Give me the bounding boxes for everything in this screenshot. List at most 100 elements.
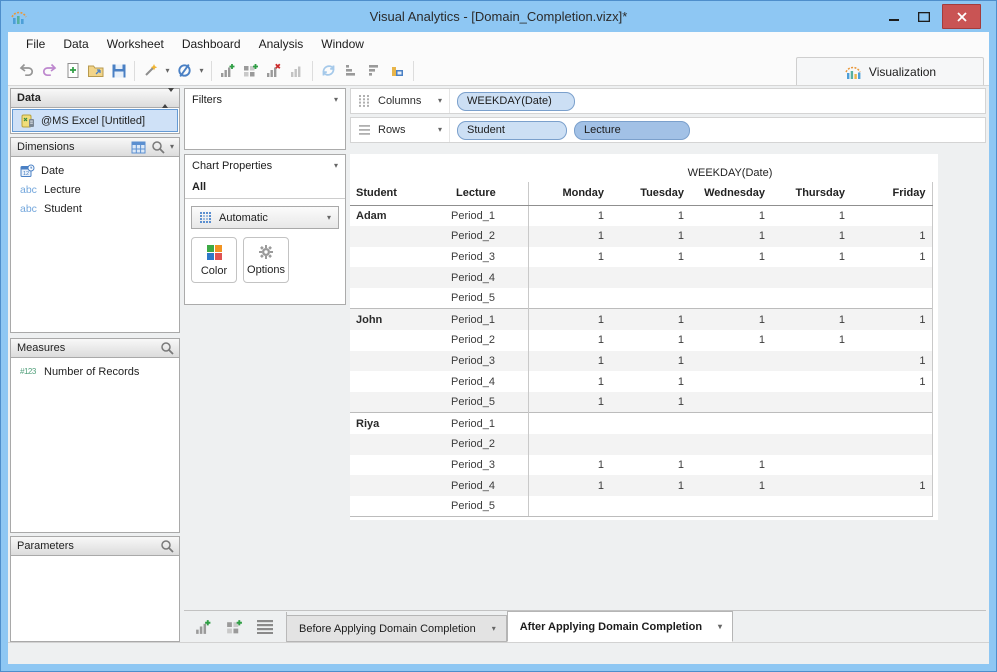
lecture-cell[interactable]: Period_3 — [450, 247, 528, 268]
lecture-cell[interactable]: Period_1 — [450, 309, 528, 330]
value-cell[interactable] — [528, 267, 610, 288]
lecture-cell[interactable]: Period_1 — [450, 205, 528, 226]
value-cell[interactable]: 1 — [528, 247, 610, 268]
value-cell[interactable]: 1 — [851, 226, 932, 247]
value-cell[interactable] — [771, 288, 851, 309]
new-worksheet-icon[interactable] — [194, 618, 212, 636]
pill-weekday-date[interactable]: WEEKDAY(Date) — [457, 92, 575, 111]
student-cell[interactable] — [350, 351, 450, 372]
value-cell[interactable] — [771, 267, 851, 288]
lecture-cell[interactable]: Period_2 — [450, 226, 528, 247]
value-cell[interactable]: 1 — [690, 205, 771, 226]
lecture-cell[interactable]: Period_2 — [450, 434, 528, 455]
visualization-button[interactable]: Visualization — [796, 57, 984, 85]
value-cell[interactable]: 1 — [690, 475, 771, 496]
value-cell[interactable]: 1 — [851, 247, 932, 268]
value-cell[interactable] — [851, 330, 932, 351]
student-cell[interactable] — [350, 475, 450, 496]
student-cell[interactable] — [350, 371, 450, 392]
undo-icon[interactable] — [15, 59, 38, 83]
refresh-dropdown-icon[interactable]: ▾ — [196, 59, 207, 83]
sort-ascending-icon[interactable] — [340, 59, 363, 83]
sort-fields-icon[interactable] — [162, 92, 174, 104]
value-cell[interactable]: 1 — [851, 475, 932, 496]
value-cell[interactable]: 1 — [528, 455, 610, 476]
value-cell[interactable]: 1 — [528, 351, 610, 372]
tab-menu-icon[interactable]: ▾ — [718, 623, 722, 631]
value-cell[interactable] — [851, 413, 932, 434]
filters-header[interactable]: Filters ▾ — [185, 89, 345, 110]
mark-type-select[interactable]: Automatic ▾ — [191, 206, 339, 229]
swap-axes-icon[interactable] — [317, 59, 340, 83]
search-icon[interactable] — [160, 539, 174, 553]
value-cell[interactable]: 1 — [851, 351, 932, 372]
value-cell[interactable] — [690, 351, 771, 372]
value-cell[interactable]: 1 — [690, 309, 771, 330]
value-cell[interactable]: 1 — [610, 371, 690, 392]
student-cell[interactable] — [350, 267, 450, 288]
lecture-cell[interactable]: Period_1 — [450, 413, 528, 434]
pill-lecture[interactable]: Lecture — [574, 121, 690, 140]
value-cell[interactable] — [851, 267, 932, 288]
lecture-cell[interactable]: Period_3 — [450, 351, 528, 372]
collapse-icon[interactable]: ▾ — [334, 162, 338, 170]
parameters-header[interactable]: Parameters — [10, 536, 180, 556]
value-cell[interactable] — [771, 371, 851, 392]
minimize-button[interactable] — [880, 6, 909, 28]
value-cell[interactable]: 1 — [528, 226, 610, 247]
value-cell[interactable] — [690, 413, 771, 434]
redo-icon[interactable] — [38, 59, 61, 83]
lecture-cell[interactable]: Period_3 — [450, 455, 528, 476]
student-cell[interactable] — [350, 455, 450, 476]
view-data-icon[interactable] — [131, 141, 146, 154]
value-cell[interactable]: 1 — [771, 309, 851, 330]
student-cell[interactable] — [350, 288, 450, 309]
close-button[interactable] — [942, 4, 981, 29]
menu-file[interactable]: File — [17, 33, 54, 55]
value-cell[interactable]: 1 — [610, 351, 690, 372]
lecture-cell[interactable]: Period_4 — [450, 475, 528, 496]
lecture-cell[interactable]: Period_2 — [450, 330, 528, 351]
student-cell[interactable]: John — [350, 309, 450, 330]
menu-analysis[interactable]: Analysis — [250, 33, 313, 55]
value-cell[interactable]: 1 — [771, 226, 851, 247]
sort-descending-icon[interactable] — [363, 59, 386, 83]
value-cell[interactable]: 1 — [610, 309, 690, 330]
value-cell[interactable]: 1 — [528, 205, 610, 226]
lecture-cell[interactable]: Period_4 — [450, 371, 528, 392]
dimensions-menu-icon[interactable]: ▾ — [170, 143, 174, 151]
value-cell[interactable] — [851, 392, 932, 413]
value-cell[interactable] — [528, 434, 610, 455]
value-cell[interactable] — [851, 496, 932, 517]
value-cell[interactable]: 1 — [771, 330, 851, 351]
value-cell[interactable]: 1 — [851, 309, 932, 330]
student-cell[interactable] — [350, 434, 450, 455]
value-cell[interactable]: 1 — [610, 226, 690, 247]
datasource-item[interactable]: @MS Excel [Untitled] — [12, 109, 178, 132]
add-dashboard-icon[interactable] — [239, 59, 262, 83]
student-cell[interactable] — [350, 247, 450, 268]
chart-properties-header[interactable]: Chart Properties ▾ — [185, 155, 345, 176]
menu-window[interactable]: Window — [312, 33, 373, 55]
student-cell[interactable] — [350, 226, 450, 247]
col-header-lecture[interactable]: Lecture — [450, 182, 528, 205]
tab-after-domain-completion[interactable]: After Applying Domain Completion ▾ — [507, 611, 733, 642]
value-cell[interactable]: 1 — [690, 330, 771, 351]
clear-worksheet-icon[interactable] — [262, 59, 285, 83]
value-cell[interactable]: 1 — [771, 247, 851, 268]
value-cell[interactable] — [610, 434, 690, 455]
refresh-icon[interactable] — [173, 59, 196, 83]
value-cell[interactable]: 1 — [610, 330, 690, 351]
value-cell[interactable]: 1 — [610, 392, 690, 413]
open-folder-icon[interactable] — [84, 59, 107, 83]
value-cell[interactable] — [610, 288, 690, 309]
value-cell[interactable] — [771, 496, 851, 517]
dimension-lecture[interactable]: abc Lecture — [11, 180, 179, 199]
data-wand-dropdown-icon[interactable]: ▾ — [162, 59, 173, 83]
value-cell[interactable]: 1 — [610, 247, 690, 268]
search-icon[interactable] — [151, 140, 165, 154]
add-worksheet-icon[interactable] — [216, 59, 239, 83]
value-cell[interactable] — [771, 434, 851, 455]
maximize-button[interactable] — [909, 6, 938, 28]
dimensions-header[interactable]: Dimensions ▾ — [10, 137, 180, 157]
